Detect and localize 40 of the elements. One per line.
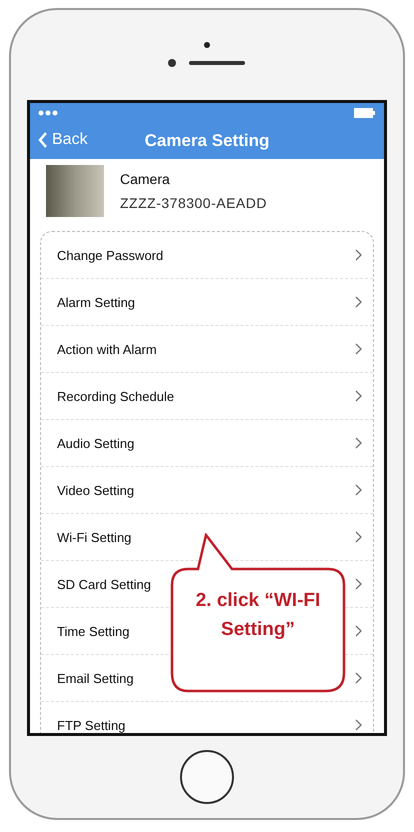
settings-item-label: Alarm Setting	[57, 294, 136, 310]
settings-item-label: SD Card Setting	[57, 576, 151, 592]
settings-item[interactable]: Alarm Setting	[41, 279, 373, 326]
chevron-right-icon	[355, 390, 363, 402]
home-button[interactable]	[180, 750, 234, 804]
chevron-right-icon	[355, 484, 363, 496]
speaker-icon	[167, 58, 247, 68]
settings-item[interactable]: Action with Alarm	[41, 326, 373, 373]
camera-name: Camera	[120, 171, 171, 187]
chevron-left-icon	[38, 131, 48, 149]
settings-item-label: FTP Setting	[57, 718, 126, 732]
chevron-right-icon	[355, 578, 363, 590]
chevron-right-icon	[355, 625, 363, 637]
chevron-right-icon	[355, 437, 363, 449]
settings-item-label: Recording Schedule	[57, 388, 174, 404]
settings-item-label: Change Password	[57, 248, 164, 262]
chevron-right-icon	[355, 343, 363, 355]
chevron-right-icon	[355, 672, 363, 684]
settings-item-label: Wi-Fi Setting	[57, 530, 132, 544]
settings-item[interactable]: Change Password	[41, 232, 373, 279]
photo-placeholder	[46, 165, 104, 217]
settings-item-label: Video Setting	[57, 482, 134, 498]
chevron-right-icon	[355, 719, 363, 731]
battery-icon	[354, 108, 376, 118]
screen-title: Camera Setting	[144, 131, 270, 151]
chevron-right-icon	[355, 249, 363, 261]
settings-item-label: Action with Alarm	[57, 342, 157, 356]
settings-item[interactable]: FTP Setting	[41, 702, 373, 733]
settings-item[interactable]: Recording Schedule	[41, 373, 373, 420]
camera-id: ZZZZ-378300-AEADD	[120, 195, 267, 211]
chevron-right-icon	[355, 531, 363, 543]
settings-item-label: Audio Setting	[57, 436, 134, 450]
front-camera-icon	[204, 42, 210, 48]
chevron-right-icon	[355, 296, 363, 308]
callout-text: 2. click “WI-FI Setting”	[194, 589, 322, 642]
settings-item[interactable]: Video Setting	[41, 467, 373, 514]
back-label: Back	[52, 131, 88, 149]
settings-item[interactable]: Audio Setting	[41, 420, 373, 467]
settings-item-label: Time Setting	[57, 624, 130, 638]
settings-item-label: Email Setting	[57, 670, 134, 686]
